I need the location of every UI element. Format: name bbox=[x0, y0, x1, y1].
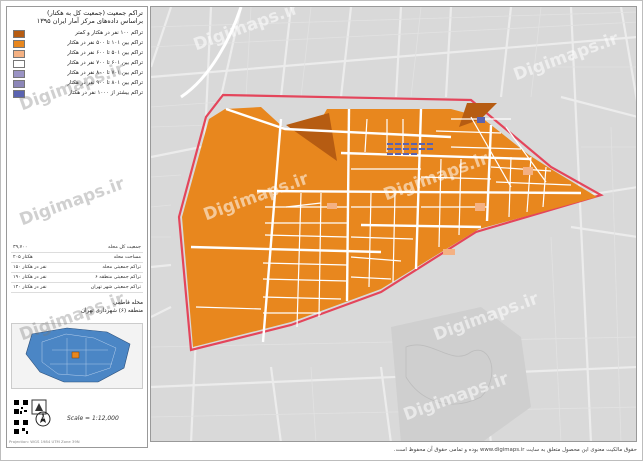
legend-swatch bbox=[13, 50, 25, 58]
watermark: Digimaps.ir bbox=[16, 58, 128, 116]
fatemi-location-marker bbox=[71, 351, 80, 359]
legend-swatch bbox=[13, 70, 25, 78]
legend-swatch bbox=[13, 80, 25, 88]
legend-label: تراکم ۱۰۰ نفر در هکتار و کمتر bbox=[75, 30, 143, 36]
stat-value: ۱۵۰ نفر در هکتار bbox=[13, 265, 47, 270]
stat-label: تراکم جمعیتی محله bbox=[102, 265, 141, 270]
stat-row: تراکم جمعیتی منطقه ۶ ۱۹۰ نفر در هکتار bbox=[11, 273, 143, 283]
legend-item: تراکم ۱۰۰ نفر در هکتار و کمتر bbox=[11, 29, 143, 38]
stat-label: جمعیت کل محله bbox=[107, 245, 141, 250]
density-patch bbox=[475, 203, 485, 211]
main-map[interactable]: Digimaps.ir Digimaps.ir Digimaps.ir Digi… bbox=[150, 6, 637, 442]
svg-text:N: N bbox=[41, 415, 45, 421]
stat-value: ۳۹,۷۰۰ bbox=[13, 245, 28, 250]
stat-row: تراکم جمعیتی محله ۱۵۰ نفر در هکتار bbox=[11, 263, 143, 273]
stat-row: مساحت محله ۲۰۵ هکتار bbox=[11, 253, 143, 263]
copyright-footer: حقوق مالکیت معنوی این محصول متعلق به سای… bbox=[393, 447, 637, 453]
legend-title: تراکم جمعیت (جمعیت کل به هکتار) براساس د… bbox=[36, 9, 143, 25]
north-arrow-icon: N bbox=[35, 410, 51, 428]
qr-code-icon bbox=[13, 399, 29, 415]
stat-label: تراکم جمعیتی منطقه ۶ bbox=[95, 275, 141, 280]
legend-swatch bbox=[13, 40, 25, 48]
legend-item: تراکم بین ۱۰۱ تا ۵۰۰ نفر در هکتار bbox=[11, 39, 143, 48]
stat-row: تراکم جمعیتی شهر تهران ۱۴۰ نفر در هکتار bbox=[11, 283, 143, 293]
density-patch bbox=[443, 249, 455, 255]
legend-item: تراکم بین ۵۰۱ تا ۶۰۰ نفر در هکتار bbox=[11, 49, 143, 58]
stat-label: مساحت محله bbox=[113, 255, 141, 260]
stat-row: جمعیت کل محله ۳۹,۷۰۰ bbox=[11, 243, 143, 253]
density-patch bbox=[523, 167, 533, 175]
watermark: Digimaps.ir bbox=[16, 173, 128, 231]
scale-label: Scale = 1:12,000 bbox=[67, 415, 119, 422]
stat-value: ۱۴۰ نفر در هکتار bbox=[13, 285, 47, 290]
density-patch bbox=[327, 203, 337, 209]
legend-label: تراکم بین ۵۰۱ تا ۶۰۰ نفر در هکتار bbox=[67, 50, 143, 56]
projection-credit: Projection: WGS 1984 UTM Zone 39N bbox=[9, 439, 80, 444]
stat-value: ۱۹۰ نفر در هکتار bbox=[13, 275, 47, 280]
legend-label: تراکم بین ۱۰۱ تا ۵۰۰ نفر در هکتار bbox=[67, 40, 143, 46]
stat-value: ۲۰۵ هکتار bbox=[13, 255, 33, 260]
legend-swatch bbox=[13, 60, 25, 68]
legend-sidebar: تراکم جمعیت (جمعیت کل به هکتار) براساس د… bbox=[6, 6, 148, 448]
map-svg bbox=[151, 7, 636, 441]
legend-swatch bbox=[13, 30, 25, 38]
qr-code-icon bbox=[13, 419, 29, 435]
